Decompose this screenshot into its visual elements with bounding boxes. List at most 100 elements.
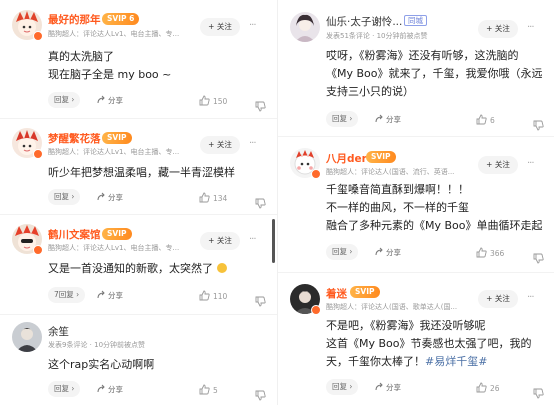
reply-label: 回复 xyxy=(332,382,347,391)
reply-button[interactable]: 回复 › xyxy=(326,244,359,260)
username[interactable]: 着迷 xyxy=(326,286,347,301)
comment-item: 梦醒繁花落 SVIP 酷狗超人：评论达人Lv1、电台主播、专... + 关注 ·… xyxy=(0,118,277,214)
like-button[interactable]: 134 xyxy=(199,192,227,203)
thumbs-up-icon xyxy=(199,192,210,203)
follow-button[interactable]: + 关注 xyxy=(478,290,518,308)
like-button[interactable]: 6 xyxy=(476,114,495,125)
reply-label: 回复 xyxy=(54,192,69,201)
thumbs-down-icon xyxy=(533,120,544,131)
svip-badge: SVIP xyxy=(102,132,132,144)
share-button[interactable]: 分享 xyxy=(96,95,123,106)
thumbs-down-icon xyxy=(255,198,266,209)
follow-button[interactable]: + 关注 xyxy=(200,18,240,36)
user-meta: 酷狗超人：评论达人Lv1、电台主播、专... xyxy=(48,148,180,156)
user-meta: 酷狗超人：评论达人(国语、流行、英语... xyxy=(326,168,455,176)
reply-label: 回复 xyxy=(54,95,69,104)
share-icon xyxy=(375,114,383,123)
comment-line: 千玺嗓音简直酥到爆啊！！！ xyxy=(326,183,469,196)
comment-text: 这个rap实名心动啊啊 xyxy=(48,356,270,374)
thumbs-up-icon xyxy=(476,247,487,258)
username[interactable]: 梦醒繁花落 xyxy=(48,131,101,146)
reply-button[interactable]: 回复 › xyxy=(48,189,81,205)
more-options-icon[interactable]: ··· xyxy=(527,292,534,303)
thumbs-up-icon xyxy=(199,95,210,106)
comment-line: 不是吧，《粉雾海》我还没听够呢 xyxy=(326,319,486,332)
username[interactable]: 仙乐·太子谢怜... xyxy=(326,14,402,29)
svip-badge: SVIP xyxy=(102,228,132,240)
comment-line: 《My Boo》就来了，千玺，我爱你哦（永远 xyxy=(326,67,543,80)
share-button[interactable]: 分享 xyxy=(96,384,123,395)
like-button[interactable]: 26 xyxy=(476,382,500,393)
follow-button[interactable]: + 关注 xyxy=(478,20,518,38)
vip-indicator-icon xyxy=(311,169,321,179)
user-meta: 发表51条评论 · 10分钟前被点赞 xyxy=(326,32,428,40)
dislike-button[interactable] xyxy=(533,247,547,266)
comment-line-text: 天，千玺你太棒了！ xyxy=(326,355,425,368)
more-options-icon[interactable]: ··· xyxy=(527,22,534,33)
reply-button[interactable]: 回复 › xyxy=(326,379,359,395)
like-button[interactable]: 110 xyxy=(199,290,227,301)
share-label: 分享 xyxy=(108,193,123,202)
comment-line: 这个rap实名心动啊啊 xyxy=(48,358,155,371)
thumbs-down-icon xyxy=(533,253,544,264)
thumbs-down-icon xyxy=(255,390,266,401)
dislike-button[interactable] xyxy=(255,192,269,211)
follow-button[interactable]: + 关注 xyxy=(478,156,518,174)
like-button[interactable]: 5 xyxy=(199,384,218,395)
share-button[interactable]: 分享 xyxy=(96,192,123,203)
avatar[interactable] xyxy=(290,12,320,42)
username[interactable]: 最好的那年 xyxy=(48,12,101,27)
hashtag-link[interactable]: #易烊千玺# xyxy=(425,355,487,368)
dislike-button[interactable] xyxy=(533,114,547,133)
thumbs-down-icon xyxy=(255,296,266,307)
share-button[interactable]: 分享 xyxy=(374,382,401,393)
reply-label: 回复 xyxy=(58,290,74,299)
dislike-button[interactable] xyxy=(255,384,269,403)
comment-line: 又是一首没通知的新歌，太突然了 xyxy=(48,260,270,278)
like-count: 150 xyxy=(213,97,228,106)
more-options-icon[interactable]: ··· xyxy=(249,234,256,245)
comment-text: 真的太洗脑了 现在脑子全是 my boo ~ xyxy=(48,48,270,84)
share-icon xyxy=(375,382,383,391)
follow-button[interactable]: + 关注 xyxy=(200,136,240,154)
more-options-icon[interactable]: ··· xyxy=(527,158,534,169)
thumbs-down-icon xyxy=(255,101,266,112)
like-count: 5 xyxy=(213,386,218,395)
comment-item: 余笙 发表9条评论 · 10分钟前被点赞 这个rap实名心动啊啊 回复 › 分享… xyxy=(0,314,277,405)
scrollbar[interactable] xyxy=(272,219,275,263)
comment-column-left: 最好的那年 SVIP 6 酷狗超人：评论达人Lv1、电台主播、专... + 关注… xyxy=(0,0,277,405)
share-icon xyxy=(97,290,105,299)
comment-line: 融合了多种元素的《My Boo》单曲循环走起 xyxy=(326,219,543,232)
like-count: 134 xyxy=(213,194,228,203)
avatar[interactable] xyxy=(12,322,42,352)
share-button[interactable]: 分享 xyxy=(374,247,401,258)
thumbs-up-icon xyxy=(476,114,487,125)
comment-line: 天，千玺你太棒了！#易烊千玺# xyxy=(326,353,548,371)
comment-item: 鹤川文案馆 SVIP 酷狗超人：评论达人Lv1、电台主播、专... + 关注 ·… xyxy=(0,214,277,314)
dislike-button[interactable] xyxy=(255,95,269,114)
thumbs-down-icon xyxy=(533,388,544,399)
reply-button[interactable]: 回复 › xyxy=(48,381,81,397)
vip-indicator-icon xyxy=(33,31,43,41)
reply-button[interactable]: 7回复 › xyxy=(48,287,86,303)
comment-line-text: 又是一首没通知的新歌，太突然了 xyxy=(48,262,213,275)
comment-text: 千玺嗓音简直酥到爆啊！！！ 不一样的曲风，不一样的千玺 融合了多种元素的《My … xyxy=(326,181,548,235)
reply-label: 回复 xyxy=(332,247,347,256)
reply-button[interactable]: 回复 › xyxy=(326,111,359,127)
dislike-button[interactable] xyxy=(255,290,269,309)
share-button[interactable]: 分享 xyxy=(374,114,401,125)
dislike-button[interactable] xyxy=(533,382,547,401)
more-options-icon[interactable]: ··· xyxy=(249,20,256,31)
like-button[interactable]: 366 xyxy=(476,247,504,258)
share-button[interactable]: 分享 xyxy=(96,290,123,301)
more-options-icon[interactable]: ··· xyxy=(249,138,256,149)
username[interactable]: 鹤川文案馆 xyxy=(48,227,101,242)
comment-line: 现在脑子全是 my boo ~ xyxy=(48,68,172,81)
username[interactable]: 余笙 xyxy=(48,324,69,339)
share-label: 分享 xyxy=(386,383,401,392)
follow-button[interactable]: + 关注 xyxy=(200,232,240,250)
like-button[interactable]: 150 xyxy=(199,95,227,106)
username[interactable]: 八月der xyxy=(326,151,367,166)
reply-button[interactable]: 回复 › xyxy=(48,92,81,108)
comment-item: 着迷 SVIP 酷狗超人：评论达人(国语、歌单达人(国... + 关注 ··· … xyxy=(278,272,554,405)
